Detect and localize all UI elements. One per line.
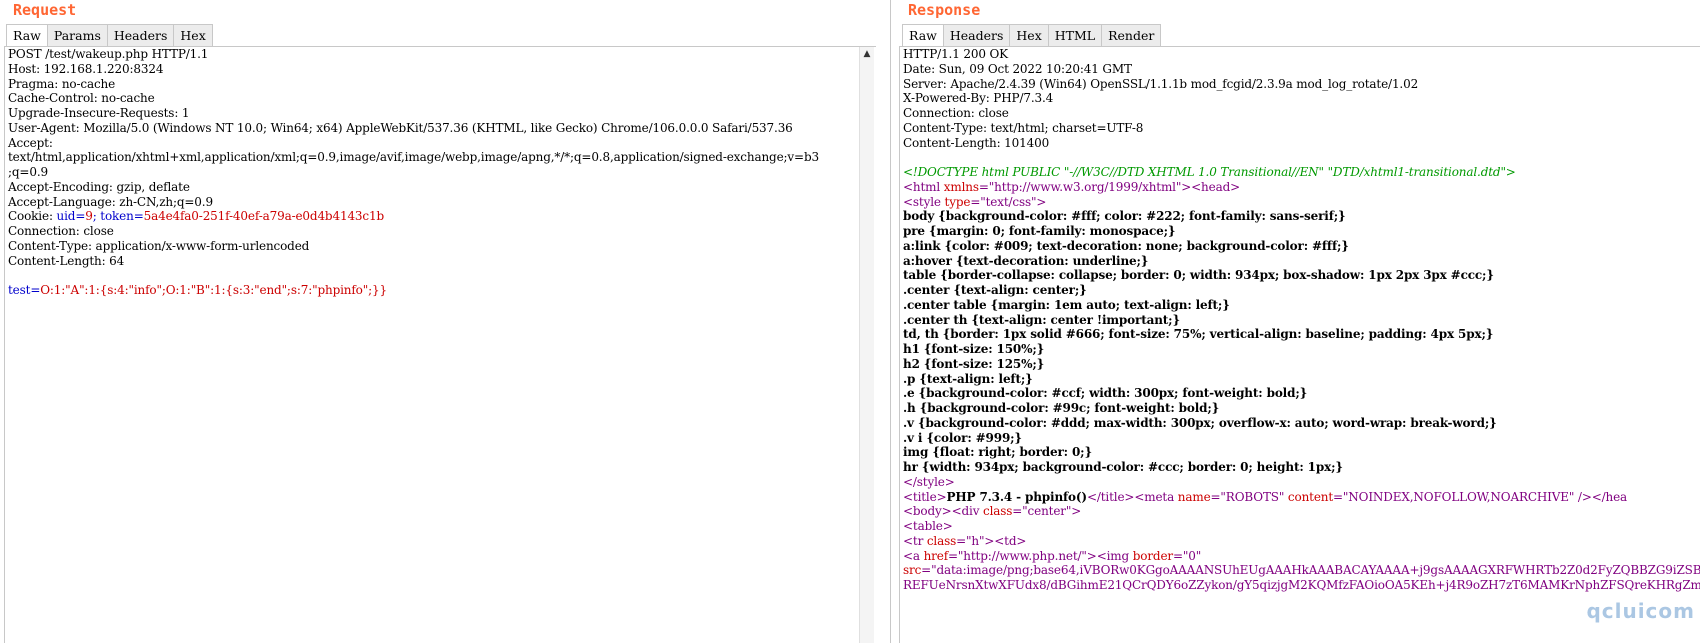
css-line: .v {background-color: #ddd; max-width: 3… — [903, 415, 1497, 430]
css-line: h1 {font-size: 150%;} — [903, 342, 1045, 356]
request-line: Content-Type: application/x-www-form-url… — [8, 238, 310, 253]
css-line: h2 {font-size: 125%;} — [903, 356, 1045, 371]
request-line: User-Agent: Mozilla/5.0 (Windows NT 10.0… — [8, 120, 793, 135]
a-img-line: <a href="http://www.php.net/"><img borde… — [903, 548, 1202, 563]
response-header-line: Content-Type: text/html; charset=UTF-8 — [903, 120, 1144, 135]
response-tabs: Raw Headers Hex HTML Render — [902, 24, 1162, 47]
css-line: td, th {border: 1px solid #666; font-siz… — [903, 327, 1494, 342]
request-line: Content-Length: 64 — [8, 253, 125, 268]
tr-line: <tr class="h"><td> — [903, 533, 1027, 548]
request-line: Accept: — [8, 135, 53, 150]
response-tab-html[interactable]: HTML — [1047, 24, 1103, 46]
response-editor[interactable]: HTTP/1.1 200 OK Date: Sun, 09 Oct 2022 1… — [899, 47, 1700, 643]
request-tabs: Raw Params Headers Hex — [6, 24, 213, 47]
cookie-key-uid: uid — [56, 209, 76, 224]
response-code: HTTP/1.1 200 OK Date: Sun, 09 Oct 2022 1… — [903, 47, 1700, 593]
css-line: .center {text-align: center;} — [903, 283, 1087, 297]
response-panel: Response Raw Headers Hex HTML Render HTT… — [890, 0, 1700, 643]
body-param-value: O:1:"A":1:{s:4:"info";O:1:"B":1:{s:3:"en… — [40, 283, 387, 297]
body-div-line: <body><div class="center"> — [903, 504, 1082, 519]
request-tab-raw[interactable]: Raw — [6, 24, 48, 47]
title-meta-line: <title>PHP 7.3.4 - phpinfo()</title><met… — [903, 489, 1628, 504]
request-tab-headers[interactable]: Headers — [106, 24, 175, 46]
html-open-line: <html xmlns="http://www.w3.org/1999/xhtm… — [903, 179, 1241, 194]
cookie-line: Cookie: uid=9; token=5a4e4fa0-251f-40ef-… — [8, 209, 385, 224]
response-tab-render[interactable]: Render — [1101, 24, 1162, 46]
img-src-line: src="data:image/png;base64,iVBORw0KGgoAA… — [903, 563, 1700, 578]
response-tab-headers[interactable]: Headers — [942, 24, 1011, 46]
request-line: Accept-Encoding: gzip, deflate — [8, 179, 190, 194]
css-line: table {border-collapse: collapse; border… — [903, 268, 1494, 283]
response-tab-raw[interactable]: Raw — [902, 24, 944, 47]
response-header-line: Connection: close — [903, 106, 1009, 120]
table-open-line: <table> — [903, 519, 953, 533]
request-title: Request — [13, 1, 77, 19]
request-line: Accept-Language: zh-CN,zh;q=0.9 — [8, 194, 213, 209]
request-line: Pragma: no-cache — [8, 76, 116, 91]
response-header-line: Content-Length: 101400 — [903, 135, 1050, 150]
response-tab-hex[interactable]: Hex — [1009, 24, 1049, 46]
response-header-line: Date: Sun, 09 Oct 2022 10:20:41 GMT — [903, 61, 1132, 76]
request-line: POST /test/wakeup.php HTTP/1.1 — [8, 47, 209, 61]
doctype-line: <!DOCTYPE html PUBLIC "-//W3C//DTD XHTML… — [903, 165, 1516, 179]
response-header-line: HTTP/1.1 200 OK — [903, 47, 1008, 61]
css-line: .e {background-color: #ccf; width: 300px… — [903, 386, 1308, 401]
css-line: .center table {margin: 1em auto; text-al… — [903, 297, 1230, 312]
scroll-up-arrow-icon[interactable]: ▲ — [862, 49, 872, 59]
request-editor[interactable]: POST /test/wakeup.php HTTP/1.1 Host: 192… — [4, 47, 876, 643]
cookie-value-token: 5a4e4fa0-251f-40ef-a79a-e0d4b4143c1b — [143, 209, 385, 224]
css-line: body {background-color: #fff; color: #22… — [903, 209, 1346, 224]
site-watermark: qcluicom — [1586, 599, 1695, 623]
request-line: Host: 192.168.1.220:8324 — [8, 61, 164, 76]
request-tab-params[interactable]: Params — [46, 24, 108, 46]
response-header-line: Server: Apache/2.4.39 (Win64) OpenSSL/1.… — [903, 76, 1419, 91]
response-header-line: X-Powered-By: PHP/7.3.4 — [903, 91, 1054, 106]
css-line: .center th {text-align: center !importan… — [903, 312, 1181, 327]
request-tab-hex[interactable]: Hex — [173, 24, 213, 46]
request-line: Upgrade-Insecure-Requests: 1 — [8, 106, 190, 120]
request-code: POST /test/wakeup.php HTTP/1.1 Host: 192… — [8, 47, 819, 298]
body-param-key: test — [8, 283, 31, 297]
css-line: a:link {color: #009; text-decoration: no… — [903, 238, 1349, 253]
css-line: .p {text-align: left;} — [903, 371, 1033, 386]
style-open-line: <style type="text/css"> — [903, 194, 1047, 209]
css-line: hr {width: 934px; background-color: #ccc… — [903, 460, 1343, 474]
style-close-line: </style> — [903, 474, 955, 489]
css-line: .h {background-color: #99c; font-weight:… — [903, 401, 1220, 415]
request-line: Connection: close — [8, 224, 114, 238]
request-line: ;q=0.9 — [8, 165, 48, 179]
request-scrollbar[interactable]: ▲ — [859, 47, 874, 643]
css-line: a:hover {text-decoration: underline;} — [903, 253, 1149, 268]
request-line: text/html,application/xhtml+xml,applicat… — [8, 150, 819, 165]
img-src-continued-line: REFUeNrsnXtwXFUdx8/dBGihmE21QCrQDY6oZZyk… — [903, 578, 1700, 592]
css-line: .v i {color: #999;} — [903, 430, 1022, 445]
response-title: Response — [908, 1, 981, 19]
request-line: Cache-Control: no-cache — [8, 91, 155, 106]
request-panel: Request Raw Params Headers Hex POST /tes… — [0, 0, 885, 643]
cookie-value-uid: 9 — [85, 209, 93, 224]
cookie-label: Cookie: — [8, 209, 57, 224]
cookie-key-token: token — [100, 209, 134, 224]
request-body: test=O:1:"A":1:{s:4:"info";O:1:"B":1:{s:… — [8, 283, 387, 297]
css-line: img {float: right; border: 0;} — [903, 445, 1093, 460]
css-line: pre {margin: 0; font-family: monospace;} — [903, 224, 1176, 238]
